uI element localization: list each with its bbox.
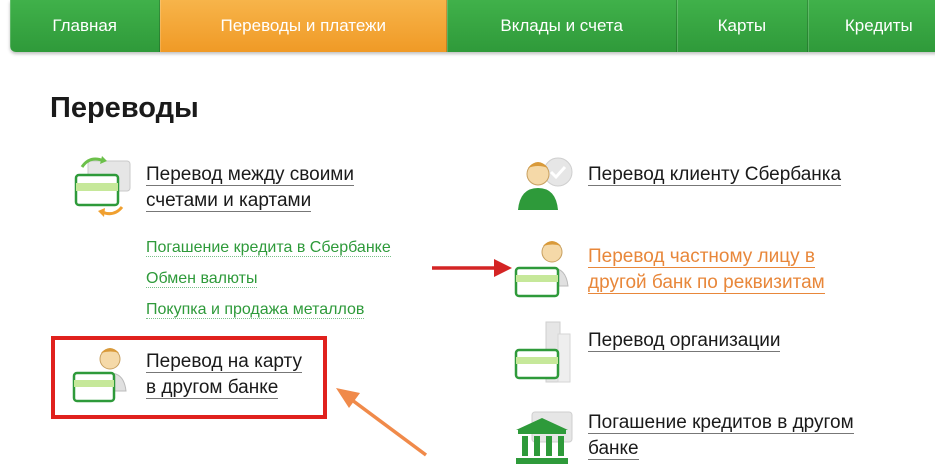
red-arrow-icon bbox=[432, 259, 512, 277]
annotation-arrows bbox=[336, 259, 512, 457]
orange-arrow-icon bbox=[336, 388, 428, 457]
